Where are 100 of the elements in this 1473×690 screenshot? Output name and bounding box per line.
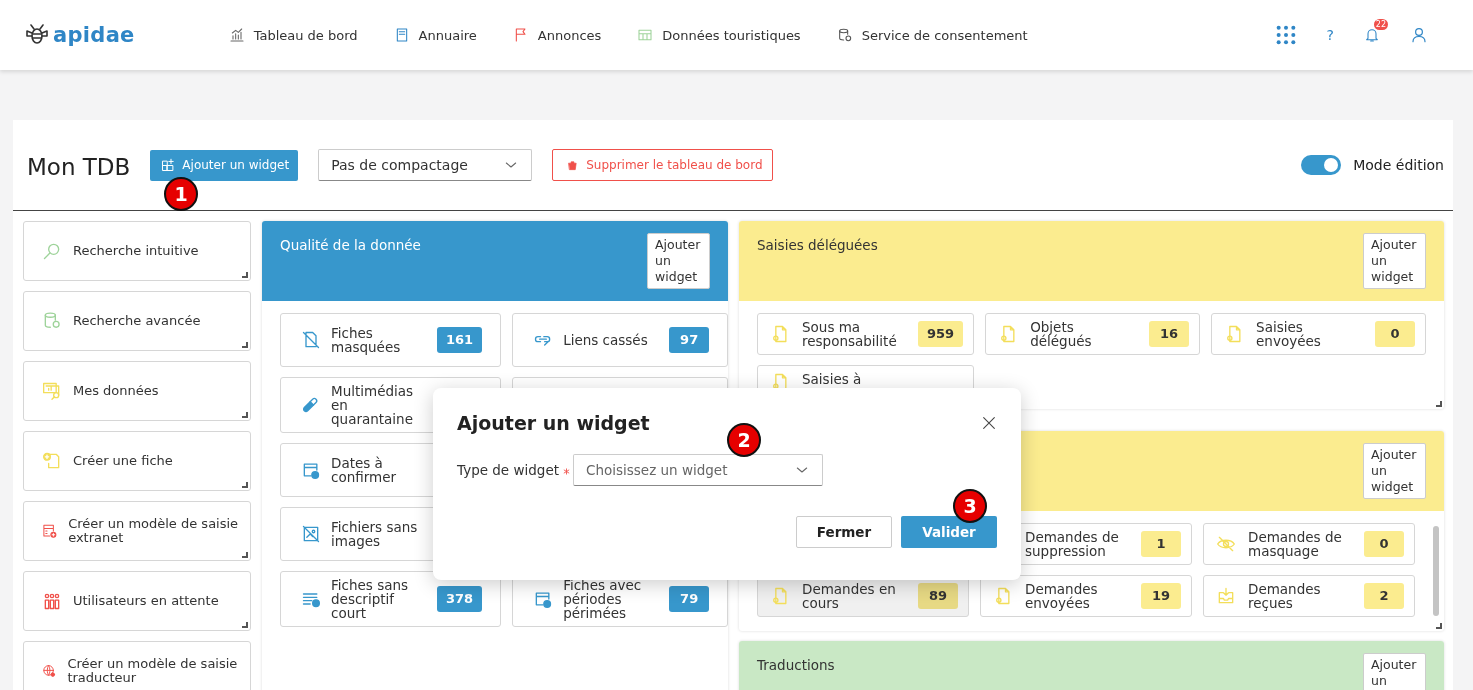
table-icon [637, 27, 654, 43]
stat-tile[interactable]: Fiches masquées 161 [280, 313, 502, 367]
stat-tile[interactable]: Objets délégués 16 [985, 313, 1201, 355]
user-icon [1410, 26, 1428, 44]
trash-icon [567, 159, 579, 171]
resize-handle-icon[interactable] [242, 412, 248, 418]
count-badge: 378 [437, 586, 483, 612]
close-icon [981, 415, 997, 431]
tile-label: Demandes en cours [802, 582, 897, 610]
tile-label: Fiches masquées [331, 326, 402, 354]
card-label: Utilisateurs en attente [73, 594, 219, 608]
resize-handle-icon[interactable] [242, 552, 248, 558]
count-badge: 161 [437, 327, 483, 353]
crossed-document-icon [301, 330, 321, 350]
shortcut-card[interactable]: Créer un modèle de saisie extranet [23, 501, 251, 561]
resize-handle-icon[interactable] [242, 622, 248, 628]
resize-handle-icon[interactable] [1436, 623, 1442, 629]
tile-label: Demandes reçues [1248, 582, 1322, 610]
notification-badge: 22 [1373, 19, 1388, 30]
grid-plus-icon [161, 157, 177, 173]
count-badge: 97 [669, 327, 710, 353]
count-badge: 79 [669, 586, 710, 612]
stat-tile[interactable]: Liens cassés 97 [512, 313, 728, 367]
tile-label: Dates à confirmer [331, 456, 398, 484]
compaction-select[interactable]: Pas de compactage [318, 149, 533, 181]
scrollbar[interactable] [1433, 526, 1439, 616]
card-label: Créer un modèle de saisie extranet [68, 517, 240, 545]
tile-label: Fiches avec périodes périmées [563, 578, 643, 620]
resize-handle-icon[interactable] [242, 342, 248, 348]
count-badge: 0 [1364, 531, 1404, 557]
panel-title: Traductions [757, 656, 835, 673]
card-label: Recherche avancée [73, 314, 201, 328]
tile-label: Liens cassés [563, 333, 649, 347]
users-icon [42, 591, 62, 611]
count-badge: 2 [1364, 583, 1404, 609]
database-icon [836, 27, 853, 43]
tile-label: Fiches sans descriptif court [331, 578, 410, 620]
stat-tile[interactable]: Demandes de masquage 0 [1203, 523, 1415, 565]
stat-tile[interactable]: Demandes reçues 2 [1203, 575, 1415, 617]
inbox-icon [1216, 586, 1236, 606]
stat-tile[interactable]: Sous ma responsabilité 959 [757, 313, 975, 355]
widget-type-select[interactable]: Choisissez un widget [573, 454, 823, 486]
bee-icon [25, 23, 49, 47]
resize-handle-icon[interactable] [1436, 401, 1442, 407]
shortcut-card[interactable]: Créer une fiche [23, 431, 251, 491]
count-badge: 89 [918, 583, 958, 609]
add-widget-button[interactable]: Ajouter un widget [1363, 233, 1426, 289]
help-button[interactable]: ? [1326, 27, 1334, 43]
brand-logo[interactable]: apidae [25, 23, 135, 47]
chart-search-icon [42, 381, 62, 401]
document-icon [993, 586, 1013, 606]
search-icon [42, 241, 62, 261]
shortcut-card[interactable]: Créer un modèle de saisie traducteur [23, 641, 251, 690]
edit-mode-toggle[interactable] [1301, 155, 1342, 175]
crossed-image-icon [301, 524, 321, 544]
nav-link[interactable]: Annuaire [393, 27, 477, 43]
card-label: Mes données [73, 384, 159, 398]
add-widget-button[interactable]: Ajouter un [1363, 653, 1426, 690]
stat-tile[interactable]: Demandes envoyées 19 [980, 575, 1192, 617]
count-badge: 0 [1375, 321, 1415, 347]
panel-title: Qualité de la donnée [280, 236, 421, 253]
count-badge: 959 [918, 321, 964, 347]
tile-label: Objets délégués [1030, 320, 1093, 348]
database-search-icon [42, 311, 62, 331]
shortcut-card[interactable]: Utilisateurs en attente [23, 571, 251, 631]
cancel-button[interactable]: Fermer [796, 516, 892, 548]
count-badge: 19 [1141, 583, 1181, 609]
nav-link[interactable]: Tableau de bord [228, 27, 358, 43]
shortcut-card[interactable]: Recherche avancée [23, 291, 251, 351]
dashboard-title: Mon TDB [27, 153, 131, 180]
add-widget-button[interactable]: Ajouter un widget [647, 233, 710, 289]
tile-label: Fichiers sans images [331, 520, 419, 548]
stat-tile[interactable]: Fiches sans descriptif court 378 [280, 571, 502, 627]
card-label: Créer un modèle de saisie traducteur [67, 657, 239, 685]
edit-mode-label: Mode édition [1353, 157, 1444, 173]
stat-tile[interactable]: Saisies envoyées 0 [1211, 313, 1426, 355]
shortcut-card[interactable]: Recherche intuitive [23, 221, 251, 281]
nav-link[interactable]: Annonces [512, 27, 602, 43]
nav-link[interactable]: Service de consentement [836, 27, 1028, 43]
tile-label: Demandes envoyées [1025, 582, 1099, 610]
nav-link[interactable]: Données touristiques [637, 27, 801, 43]
card-label: Recherche intuitive [73, 244, 199, 258]
card-label: Créer une fiche [73, 454, 173, 468]
tile-label: Saisies envoyées [1256, 320, 1322, 348]
resize-handle-icon[interactable] [242, 482, 248, 488]
bar-chart-icon [228, 27, 245, 43]
tile-label: Sous ma responsabilité [802, 320, 898, 348]
close-button[interactable] [981, 415, 997, 431]
tile-label: Saisies à [802, 372, 863, 386]
document-plus-icon [42, 451, 62, 471]
apps-grid-icon [1274, 24, 1297, 46]
resize-handle-icon[interactable] [242, 272, 248, 278]
tile-label: Demandes de masquage [1248, 530, 1343, 558]
delete-dashboard-button[interactable]: Supprimer le tableau de bord [552, 149, 773, 181]
add-widget-button[interactable]: Ajouter un widget [1363, 443, 1426, 499]
tile-label: Multimédias en quarantaine [331, 384, 415, 426]
bell-icon [1364, 27, 1380, 43]
shortcut-card[interactable]: Mes données [23, 361, 251, 421]
panel-title: Saisies déléguées [757, 236, 878, 253]
count-badge: 16 [1149, 321, 1190, 347]
